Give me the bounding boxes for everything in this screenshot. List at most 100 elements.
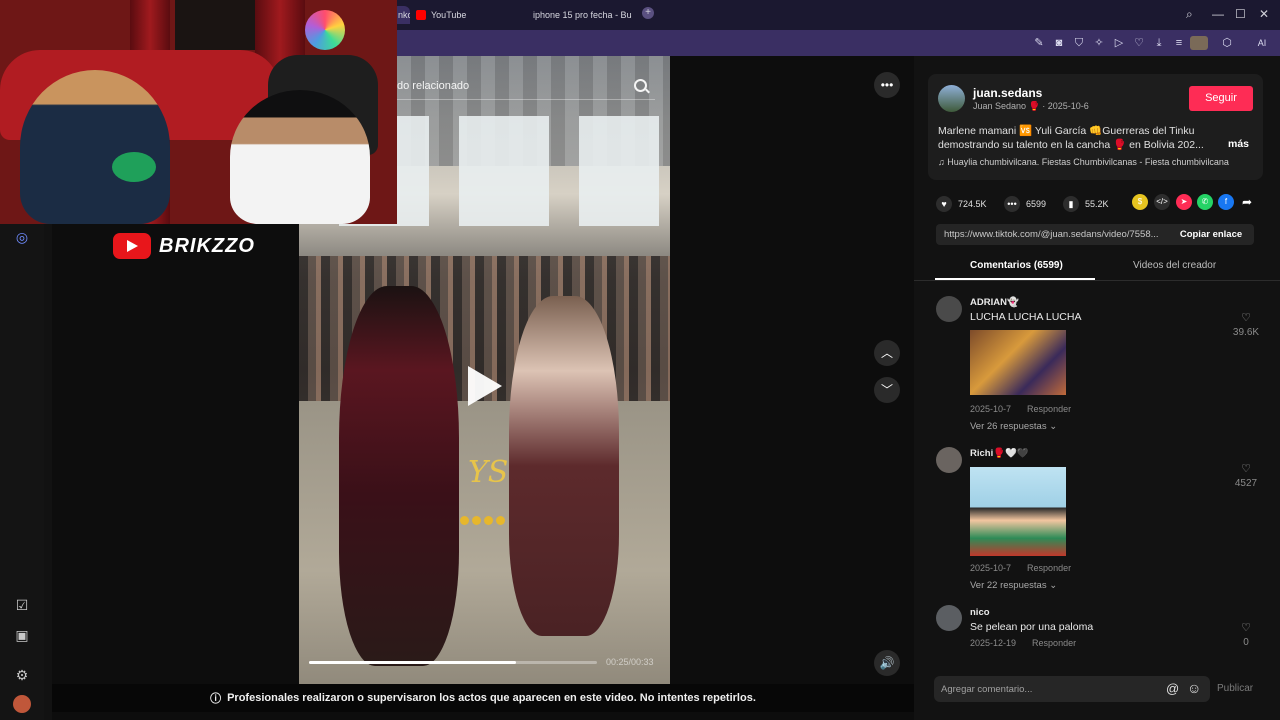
reply-button[interactable]: Responder [1027,404,1071,414]
send-icon[interactable]: ➤ [1176,194,1192,210]
tasks-icon[interactable]: ☑ [13,596,31,614]
volume-icon[interactable]: 🔊 [874,650,900,676]
comment-like-icon[interactable]: ♡ [1231,311,1261,324]
comment-avatar[interactable] [936,296,962,322]
share-icon[interactable]: ➦ [1239,194,1255,210]
camera-icon[interactable]: ◙ [1052,36,1066,50]
comment-like-count: 4527 [1234,478,1258,489]
cube-icon[interactable]: ⬡ [1220,36,1234,50]
video-time: 00:25/00:33 [606,657,654,667]
music-track[interactable]: ♫ Huaylia chumbivilcana. Fiestas Chumbiv… [938,157,1229,167]
whatsapp-icon[interactable]: ✆ [1197,194,1213,210]
tab-creator-videos[interactable]: Videos del creador [1133,260,1216,271]
play-icon[interactable] [468,366,502,406]
previous-video-icon[interactable]: ︿ [874,340,900,366]
video-link[interactable]: https://www.tiktok.com/@juan.sedans/vide… [944,229,1166,240]
author-username[interactable]: juan.sedans [973,86,1042,100]
assistant-ring-icon[interactable]: ◎ [13,228,31,246]
reply-button[interactable]: Responder [1027,563,1071,573]
shield-icon[interactable]: ⛉ [1072,36,1086,50]
tab-label: iphone 15 pro fecha - Busca [533,10,632,20]
comment-text: Se pelean por una paloma [970,621,1094,633]
download-icon[interactable]: ⤓ [1152,36,1166,50]
tv-screen [175,0,255,50]
comment-like-count: 39.6K [1232,327,1260,338]
comment-placeholder: Agregar comentario... [941,684,1033,695]
comment-sticker-image[interactable] [970,467,1066,556]
comment-stat[interactable]: ••• 6599 [1004,196,1046,212]
tab-comments[interactable]: Comentarios (6599) [970,260,1063,271]
mention-icon[interactable]: @ [1166,681,1179,696]
video-watermark: YS [468,455,509,490]
watermark-social-icons [460,516,505,525]
search-browser-icon[interactable]: ⌕ [1186,7,1193,22]
publish-button[interactable]: Publicar [1217,683,1253,694]
ai-label: AI [1257,38,1267,48]
tab-divider [914,280,1280,281]
video-frame-window [459,116,549,226]
dancer-left [339,286,459,666]
edit-icon[interactable]: ✎ [1032,36,1046,50]
brand-name: BRIKZZO [159,234,255,257]
comment-author[interactable]: ADRIAN👻 [970,297,1019,308]
chevron-down-icon: ⌄ [1049,421,1058,432]
comment-sticker-image[interactable] [970,330,1066,395]
view-replies-button[interactable]: Ver 26 respuestas ⌄ [970,421,1057,432]
youtube-favicon-icon [416,10,426,20]
comment-icon: ••• [1004,196,1020,212]
menu-icon[interactable]: ≡ [1172,36,1186,50]
video-progress-bar[interactable] [309,661,597,664]
reply-button[interactable]: Responder [1032,638,1076,648]
view-replies-label: Ver 26 respuestas [970,421,1047,432]
comment-author[interactable]: nico [970,607,990,618]
comment-count: 6599 [1026,199,1047,209]
comment-like-count: 0 [1243,637,1249,648]
green-object [112,152,156,182]
facebook-icon[interactable]: f [1218,194,1234,210]
save-stat[interactable]: ▮ 55.2K [1063,196,1109,212]
play-icon[interactable]: ▷ [1112,36,1126,50]
author-avatar[interactable] [938,85,965,112]
youtube-logo-icon [113,233,151,259]
emoji-icon[interactable]: ☺ [1187,680,1201,696]
ai-button[interactable]: AI [1250,36,1274,50]
like-stat[interactable]: ♥ 724.5K [936,196,987,212]
embed-icon[interactable]: </> [1154,194,1170,210]
settings-gear-icon[interactable]: ⚙ [13,666,31,684]
view-replies-button[interactable]: Ver 22 respuestas ⌄ [970,580,1057,591]
new-tab-icon[interactable]: + [642,7,654,19]
comment-like-icon[interactable]: ♡ [1231,621,1261,634]
minimize-icon[interactable]: — [1212,7,1224,21]
gallery-icon[interactable]: ▣ [13,626,31,644]
warning-text: Profesionales realizaron o supervisaron … [227,692,756,704]
save-count: 55.2K [1085,199,1109,209]
comment-avatar[interactable] [936,605,962,631]
next-video-icon[interactable]: ﹀ [874,377,900,403]
follow-button[interactable]: Seguir [1189,86,1253,111]
close-icon[interactable]: ✕ [1259,7,1269,21]
more-button[interactable]: más [1228,138,1249,150]
more-options-icon[interactable]: ••• [874,72,900,98]
profile-avatar[interactable] [1190,36,1208,50]
video-progress-fill [309,661,517,664]
bookmark-icon: ▮ [1063,196,1079,212]
tab-youtube[interactable]: YouTube [416,6,516,24]
related-search-label: do relacionado [397,80,470,92]
tab-search[interactable]: iphone 15 pro fecha - Busca [528,6,632,24]
stream-brand: BRIKZZO [113,232,255,260]
comment-author[interactable]: Richi🥊🤍🖤 [970,448,1029,459]
search-icon[interactable] [634,79,647,92]
comment-like-icon[interactable]: ♡ [1231,462,1261,475]
copy-link-button[interactable]: Copiar enlace [1168,224,1254,245]
coin-icon[interactable]: $ [1132,194,1148,210]
post-description: Marlene mamani 🆚 Yuli García 👊Guerreras … [938,125,1204,151]
extension-icon[interactable]: ✧ [1092,36,1106,50]
user-avatar[interactable] [13,695,31,713]
color-wheel [305,10,345,50]
dancer-right [509,296,619,636]
streamer-right [230,90,370,224]
maximize-icon[interactable]: ☐ [1235,7,1246,21]
comment-avatar[interactable] [936,447,962,473]
comment-date: 2025-10-7 [970,563,1012,573]
heart-outline-icon[interactable]: ♡ [1132,36,1146,50]
